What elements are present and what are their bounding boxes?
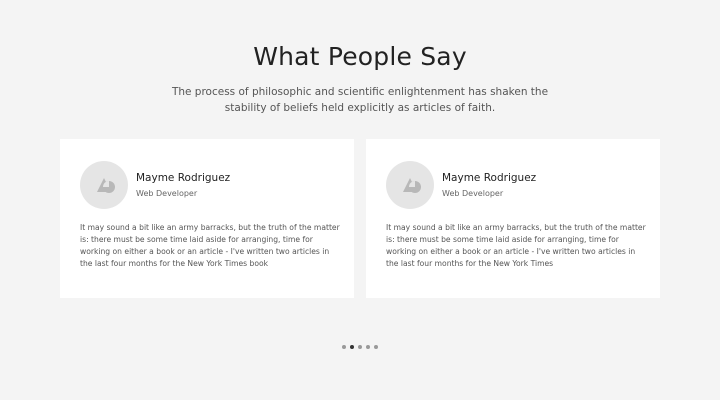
testimonial-quote: It may sound a bit like an army barracks… [386,223,646,268]
carousel-dot-3[interactable] [358,345,362,349]
testimonial-card: Mayme Rodriguez Web Developer It may sou… [60,139,354,298]
testimonial-card: Mayme Rodriguez Web Developer It may sou… [366,139,660,298]
testimonial-author-role: Web Developer [136,189,198,198]
testimonial-author-name: Mayme Rodriguez [442,172,537,184]
testimonial-quote: It may sound a bit like an army barracks… [80,223,340,268]
section-title: What People Say [253,42,467,71]
carousel-dot-1[interactable] [342,345,346,349]
carousel-dot-2[interactable] [350,345,354,349]
avatar [386,161,434,209]
carousel-dot-5[interactable] [374,345,378,349]
user-avatar-placeholder-icon [403,178,421,193]
avatar [80,161,128,209]
carousel-pagination [0,345,720,351]
testimonial-author-name: Mayme Rodriguez [136,172,231,184]
carousel-dot-4[interactable] [366,345,370,349]
section-subtitle: The process of philosophic and scientifi… [171,86,549,114]
testimonial-author-role: Web Developer [442,189,504,198]
user-avatar-placeholder-icon [97,178,115,193]
